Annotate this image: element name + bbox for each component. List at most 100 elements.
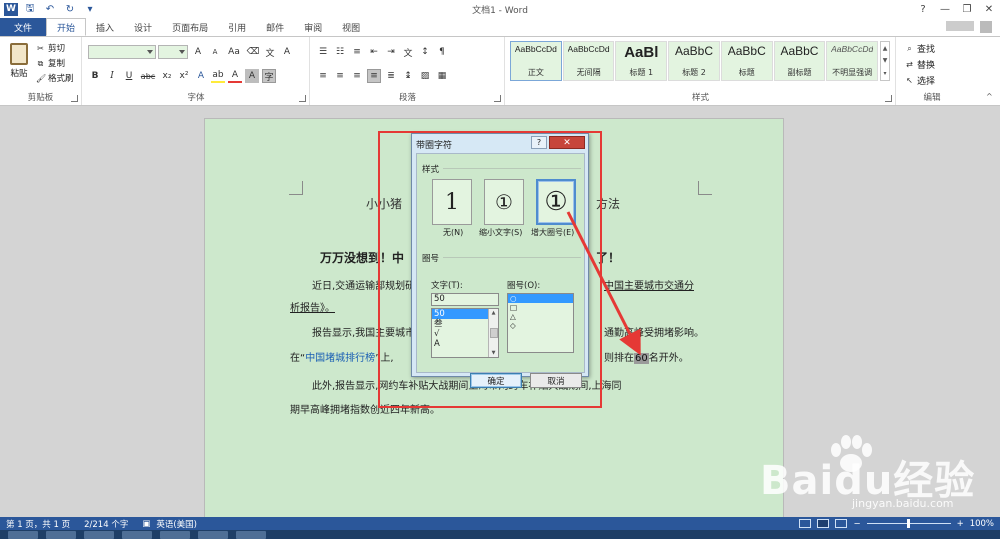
close-button[interactable]: ✕ xyxy=(978,0,1000,18)
read-mode-button[interactable] xyxy=(799,519,812,528)
enclose-characters-icon[interactable]: 字 xyxy=(262,69,276,83)
italic-icon[interactable]: I xyxy=(105,69,119,83)
show-marks-icon[interactable]: ¶ xyxy=(435,45,449,59)
style-subtitle[interactable]: AaBbC 副标题 xyxy=(773,41,826,81)
paragraph-launcher-icon[interactable] xyxy=(494,95,501,102)
circle-option[interactable]: ◇ xyxy=(508,321,573,330)
taskbar-app-icon[interactable] xyxy=(84,530,114,539)
text-effects-icon[interactable]: A xyxy=(194,69,208,83)
more-styles-icon[interactable]: ▾ xyxy=(883,70,886,77)
tab-design[interactable]: 设计 xyxy=(124,18,162,36)
sort-icon[interactable]: ↕ xyxy=(418,45,432,59)
style-subtle-emphasis[interactable]: AaBbCcDd 不明显强调 xyxy=(826,41,879,81)
align-center-icon[interactable]: ≡ xyxy=(333,69,347,83)
taskbar-app-icon[interactable] xyxy=(8,530,38,539)
user-name[interactable] xyxy=(946,21,974,31)
find-button[interactable]: ⌕ 查找 xyxy=(905,42,935,55)
redo-icon[interactable]: ↻ xyxy=(62,2,78,16)
superscript-icon[interactable]: x² xyxy=(177,69,191,83)
zoom-out-icon[interactable]: − xyxy=(853,519,860,529)
scroll-down-icon[interactable]: ▼ xyxy=(492,350,496,356)
styles-launcher-icon[interactable] xyxy=(885,95,892,102)
taskbar-app-icon[interactable] xyxy=(236,530,266,539)
style-no-spacing[interactable]: AaBbCcDd 无间隔 xyxy=(562,41,615,81)
minimize-button[interactable]: — xyxy=(934,0,956,18)
style-option-none[interactable]: 1 xyxy=(432,179,472,225)
align-right-icon[interactable]: ≡ xyxy=(350,69,364,83)
restore-button[interactable]: ❐ xyxy=(956,0,978,18)
chinese-layout-icon[interactable]: 文 xyxy=(401,45,415,59)
align-left-icon[interactable]: ≡ xyxy=(316,69,330,83)
web-layout-button[interactable] xyxy=(835,519,848,528)
style-normal[interactable]: AaBbCcDd 正文 xyxy=(510,41,562,81)
char-border-icon[interactable]: A xyxy=(280,45,294,59)
font-size-combo[interactable] xyxy=(158,45,188,59)
borders-icon[interactable]: ▦ xyxy=(435,69,449,83)
cancel-button[interactable]: 取消 xyxy=(530,373,582,388)
tab-home[interactable]: 开始 xyxy=(46,18,87,36)
proofing-icon[interactable]: ▣ xyxy=(142,519,150,529)
clipboard-launcher-icon[interactable] xyxy=(71,95,78,102)
style-option-enlarge-symbol[interactable]: ① xyxy=(536,179,576,225)
numbering-icon[interactable]: ☷ xyxy=(333,45,347,59)
taskbar-app-icon[interactable] xyxy=(46,530,76,539)
increase-indent-icon[interactable]: ⇥ xyxy=(384,45,398,59)
taskbar-app-icon[interactable] xyxy=(160,530,190,539)
font-launcher-icon[interactable] xyxy=(299,95,306,102)
doc-link[interactable]: 中国堵城排行榜 xyxy=(305,353,375,364)
justify-icon[interactable]: ≡ xyxy=(367,69,381,83)
multilevel-list-icon[interactable]: ≡ xyxy=(350,45,364,59)
dialog-close-button[interactable]: ✕ xyxy=(549,136,585,149)
customize-qat-icon[interactable]: ▾ xyxy=(82,2,98,16)
cut-button[interactable]: ✂ 剪切 xyxy=(36,42,65,55)
style-title[interactable]: AaBbC 标题 xyxy=(720,41,773,81)
word-app-icon[interactable]: W xyxy=(4,2,18,16)
scroll-thumb[interactable] xyxy=(489,328,498,338)
circle-option[interactable]: □ xyxy=(508,303,573,312)
zoom-level[interactable]: 100% xyxy=(970,519,994,529)
replace-button[interactable]: ⇄ 替换 xyxy=(905,58,935,71)
select-button[interactable]: ↖ 选择 xyxy=(905,74,935,87)
chevron-up-icon[interactable]: ▲ xyxy=(883,45,888,52)
circle-listbox[interactable]: ○ □ △ ◇ xyxy=(507,293,574,353)
text-option[interactable]: 50 xyxy=(432,309,488,319)
tab-view[interactable]: 视图 xyxy=(332,18,370,36)
language[interactable]: 英语(美国) xyxy=(156,518,197,530)
chevron-down-icon[interactable]: ▼ xyxy=(883,57,888,64)
zoom-thumb[interactable] xyxy=(906,519,910,528)
pinyin-icon[interactable]: 文 xyxy=(263,45,277,59)
scroll-up-icon[interactable]: ▲ xyxy=(492,310,496,316)
style-option-shrink-text[interactable]: ① xyxy=(484,179,524,225)
undo-icon[interactable]: ↶ xyxy=(42,2,58,16)
text-listbox[interactable]: 50 叁 √ A ▲ ▼ xyxy=(431,308,499,358)
zoom-in-icon[interactable]: + xyxy=(957,519,964,529)
tab-layout[interactable]: 页面布局 xyxy=(162,18,218,36)
bullets-icon[interactable]: ☰ xyxy=(316,45,330,59)
highlight-icon[interactable]: ab xyxy=(211,69,225,83)
zoom-slider[interactable] xyxy=(866,519,951,528)
circle-option[interactable]: ○ xyxy=(508,294,573,303)
page-count[interactable]: 第 1 页，共 1 页 xyxy=(6,518,70,530)
shrink-font-icon[interactable]: A xyxy=(208,45,222,59)
change-case-icon[interactable]: Aa xyxy=(225,45,243,59)
dialog-help-button[interactable]: ? xyxy=(531,136,547,149)
decrease-indent-icon[interactable]: ⇤ xyxy=(367,45,381,59)
clear-format-icon[interactable]: ⌫ xyxy=(246,45,260,59)
styles-scroll[interactable]: ▲ ▼ ▾ xyxy=(880,41,890,81)
underline-icon[interactable]: U xyxy=(122,69,136,83)
selected-number[interactable]: 60 xyxy=(634,353,649,364)
tab-mailings[interactable]: 邮件 xyxy=(256,18,294,36)
paste-button[interactable]: 粘贴 xyxy=(6,43,32,87)
distribute-icon[interactable]: ≣ xyxy=(384,69,398,83)
text-list-scrollbar[interactable]: ▲ ▼ xyxy=(488,309,498,357)
style-heading-2[interactable]: AaBbC 标题 2 xyxy=(668,41,720,81)
shading-icon[interactable]: ▨ xyxy=(418,69,432,83)
copy-button[interactable]: ⧉ 复制 xyxy=(36,57,65,70)
char-shading-icon[interactable]: A xyxy=(245,69,259,83)
taskbar-app-icon[interactable] xyxy=(198,530,228,539)
word-count[interactable]: 2/214 个字 xyxy=(84,518,128,530)
font-name-combo[interactable] xyxy=(88,45,156,59)
tab-review[interactable]: 审阅 xyxy=(294,18,332,36)
strikethrough-icon[interactable]: abc xyxy=(139,69,157,83)
style-heading-1[interactable]: AaBl 标题 1 xyxy=(615,41,668,81)
